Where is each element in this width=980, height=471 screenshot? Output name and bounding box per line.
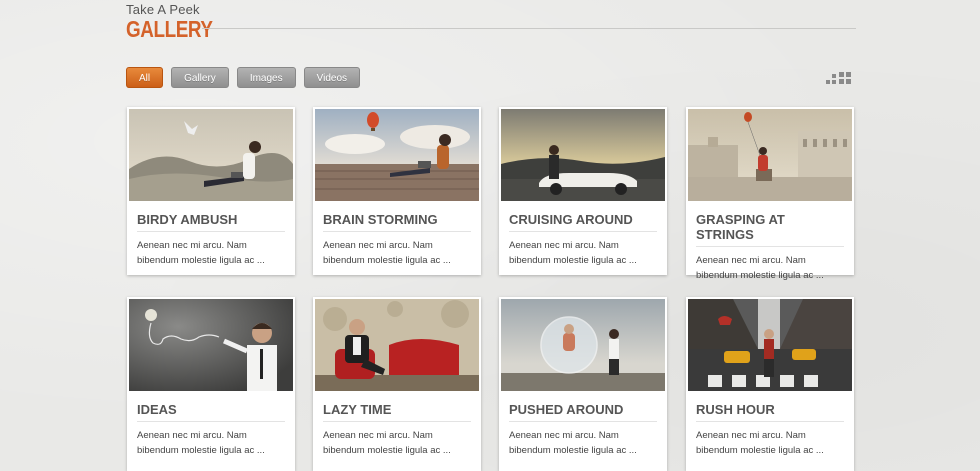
card-description: Aenean nec mi arcu. Nam bibendum molesti… — [696, 255, 824, 281]
gallery-card[interactable]: IDEAS Aenean nec mi arcu. Nam bibendum m… — [127, 297, 295, 471]
large-grid-icon[interactable] — [839, 72, 851, 84]
card-description: Aenean nec mi arcu. Nam bibendum molesti… — [137, 430, 265, 456]
card-description: Aenean nec mi arcu. Nam bibendum molesti… — [323, 240, 451, 266]
filter-images-button[interactable]: Images — [236, 67, 296, 88]
gallery-card[interactable]: LAZY TIME Aenean nec mi arcu. Nam bibend… — [313, 297, 481, 471]
filter-all-button[interactable]: All — [126, 67, 164, 88]
small-grid-icon[interactable] — [826, 74, 836, 84]
card-image-birdy-ambush[interactable] — [129, 109, 293, 201]
card-image-lazy-time[interactable] — [315, 299, 479, 391]
card-title[interactable]: GRASPING AT STRINGS — [696, 212, 844, 247]
grid-view-icon[interactable] — [826, 72, 851, 84]
section-subtitle: Take A Peek — [126, 2, 200, 17]
card-title[interactable]: BRAIN STORMING — [323, 212, 471, 232]
card-image-pushed-around[interactable] — [501, 299, 665, 391]
card-title[interactable]: LAZY TIME — [323, 402, 471, 422]
filter-gallery-button[interactable]: Gallery — [171, 67, 229, 88]
section-title: GALLERY — [126, 16, 213, 42]
card-image-grasping-at-strings[interactable] — [688, 109, 852, 201]
card-title[interactable]: PUSHED AROUND — [509, 402, 657, 422]
gallery-card[interactable]: BIRDY AMBUSH Aenean nec mi arcu. Nam bib… — [127, 107, 295, 275]
gallery-card[interactable]: GRASPING AT STRINGS Aenean nec mi arcu. … — [686, 107, 854, 281]
card-title[interactable]: RUSH HOUR — [696, 402, 844, 422]
filter-videos-button[interactable]: Videos — [303, 67, 361, 88]
card-image-cruising-around[interactable] — [501, 109, 665, 201]
card-title[interactable]: IDEAS — [137, 402, 285, 422]
card-description: Aenean nec mi arcu. Nam bibendum molesti… — [696, 430, 824, 456]
card-description: Aenean nec mi arcu. Nam bibendum molesti… — [137, 240, 265, 266]
card-description: Aenean nec mi arcu. Nam bibendum molesti… — [509, 240, 637, 266]
card-image-ideas[interactable] — [129, 299, 293, 391]
section-header: Take A Peek GALLERY — [126, 2, 856, 42]
card-description: Aenean nec mi arcu. Nam bibendum molesti… — [509, 430, 637, 456]
gallery-card[interactable]: RUSH HOUR Aenean nec mi arcu. Nam bibend… — [686, 297, 854, 471]
card-description: Aenean nec mi arcu. Nam bibendum molesti… — [323, 430, 451, 456]
card-image-brain-storming[interactable] — [315, 109, 479, 201]
gallery-card[interactable]: BRAIN STORMING Aenean nec mi arcu. Nam b… — [313, 107, 481, 275]
header-divider — [202, 28, 856, 29]
card-title[interactable]: BIRDY AMBUSH — [137, 212, 285, 232]
filter-bar: All Gallery Images Videos — [126, 67, 361, 88]
card-image-rush-hour[interactable] — [688, 299, 852, 391]
gallery-card[interactable]: CRUISING AROUND Aenean nec mi arcu. Nam … — [499, 107, 667, 275]
card-title[interactable]: CRUISING AROUND — [509, 212, 657, 232]
gallery-card[interactable]: PUSHED AROUND Aenean nec mi arcu. Nam bi… — [499, 297, 667, 471]
